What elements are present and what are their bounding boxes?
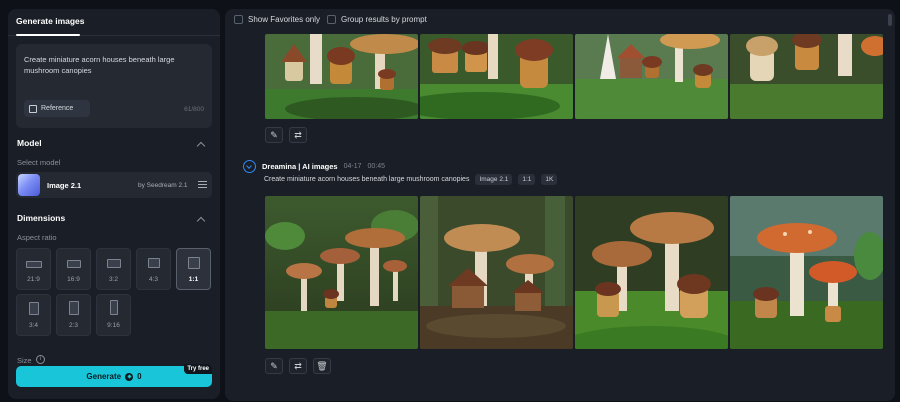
scrollbar[interactable] <box>888 14 892 26</box>
pencil-icon: ✎ <box>270 360 278 371</box>
generated-images-grid <box>265 196 883 349</box>
favorites-checkbox[interactable] <box>234 15 243 24</box>
active-tab-indicator <box>16 34 80 36</box>
prompt-textarea[interactable]: Create miniature acorn houses beneath la… <box>16 44 212 128</box>
generation-date: 04-17 <box>343 163 362 170</box>
char-count: 61/800 <box>184 106 204 113</box>
panel-tabbar: Generate images <box>8 9 220 36</box>
pencil-icon: ✎ <box>270 129 278 140</box>
group-label: Group results by prompt <box>341 15 427 24</box>
generation-header: Dreamina | AI images 04-17 00:45 <box>243 160 385 173</box>
ratio-label: 1:1 <box>188 276 199 283</box>
model-section-title: Model <box>17 138 42 148</box>
ratio-option-2-3[interactable]: 2:3 <box>56 294 91 336</box>
ratio-option-21-9[interactable]: 21:9 <box>16 248 51 290</box>
ratio-shape-icon <box>148 258 160 268</box>
model-selector[interactable]: Image 2.1 by Seedream 2.1 <box>16 172 212 198</box>
result-image[interactable] <box>575 34 728 119</box>
ratio-label: 16:9 <box>67 276 80 283</box>
generated-image-1[interactable] <box>265 196 418 349</box>
regenerate-button[interactable]: ⇄ <box>289 358 307 374</box>
ratio-option-9-16[interactable]: 9:16 <box>96 294 131 336</box>
ratio-shape-icon <box>67 260 81 268</box>
resolution-tag: 1K <box>541 174 558 185</box>
generated-image-3[interactable] <box>575 196 728 349</box>
group-filter[interactable]: Group results by prompt <box>327 15 427 24</box>
ratio-shape-icon <box>188 257 200 269</box>
ratio-label: 21:9 <box>27 276 40 283</box>
refresh-icon: ⇄ <box>294 129 302 140</box>
edit-button[interactable]: ✎ <box>265 358 283 374</box>
credit-coin-icon <box>125 372 134 381</box>
ratio-option-3-4[interactable]: 3:4 <box>16 294 51 336</box>
model-provider: by Seedream 2.1 <box>138 182 188 189</box>
generation-prompt-row: Create miniature acorn houses beneath la… <box>264 174 558 185</box>
prompt-text[interactable]: Create miniature acorn houses beneath la… <box>24 54 199 76</box>
group-checkbox[interactable] <box>327 15 336 24</box>
previous-results-grid <box>265 34 883 119</box>
image-reference-icon <box>29 104 37 113</box>
reference-button[interactable]: Reference <box>24 100 90 117</box>
left-panel: Generate images Create miniature acorn h… <box>8 9 220 399</box>
ratio-shape-icon <box>69 301 79 315</box>
chevron-up-icon[interactable] <box>196 141 206 151</box>
edit-button[interactable]: ✎ <box>265 127 283 143</box>
model-thumbnail <box>18 174 40 196</box>
chevron-up-icon[interactable] <box>196 216 206 226</box>
tab-generate-images[interactable]: Generate images <box>16 16 85 26</box>
ratio-shape-icon <box>107 259 121 268</box>
refresh-icon: ⇄ <box>294 360 302 371</box>
try-free-badge: Try free <box>184 364 212 374</box>
trash-icon: 🗑 <box>316 360 328 371</box>
ratio-shape-icon <box>110 300 118 315</box>
sliders-icon[interactable] <box>198 181 207 189</box>
result-image[interactable] <box>265 34 418 119</box>
model-name: Image 2.1 <box>47 181 82 190</box>
generate-label: Generate <box>86 372 122 381</box>
generation-prompt[interactable]: Create miniature acorn houses beneath la… <box>264 176 469 183</box>
ratio-label: 3:4 <box>28 322 39 329</box>
size-label: Size <box>17 356 32 365</box>
delete-button[interactable]: 🗑 <box>313 358 331 374</box>
regenerate-button[interactable]: ⇄ <box>289 127 307 143</box>
select-model-label: Select model <box>17 158 61 167</box>
generation-source: Dreamina | AI images <box>262 162 338 171</box>
generation-time: 00:45 <box>367 163 386 170</box>
dimensions-section-title: Dimensions <box>17 213 66 223</box>
generated-image-4[interactable] <box>730 196 883 349</box>
generate-button[interactable]: Generate 0 Try free <box>16 364 212 387</box>
ratio-label: 2:3 <box>68 322 79 329</box>
result-image[interactable] <box>420 34 573 119</box>
ratio-option-3-2[interactable]: 3:2 <box>96 248 131 290</box>
ratio-option-16-9[interactable]: 16:9 <box>56 248 91 290</box>
ratio-shape-icon <box>29 302 39 315</box>
ratio-label: 9:16 <box>107 322 120 329</box>
favorites-filter[interactable]: Show Favorites only <box>234 15 320 24</box>
dreamina-logo-icon <box>243 160 256 173</box>
ratio-option-1-1[interactable]: 1:1 <box>176 248 211 290</box>
model-tag: Image 2.1 <box>475 174 513 185</box>
info-icon[interactable]: i <box>36 355 45 364</box>
ratio-tag: 1:1 <box>518 174 536 185</box>
reference-label: Reference <box>41 105 74 112</box>
generate-cost: 0 <box>137 372 142 381</box>
favorites-label: Show Favorites only <box>248 15 321 24</box>
results-panel: Show Favorites only Group results by pro… <box>225 9 895 401</box>
ratio-label: 4:3 <box>148 276 159 283</box>
generated-image-2[interactable] <box>420 196 573 349</box>
aspect-ratio-label: Aspect ratio <box>17 233 57 242</box>
result-image[interactable] <box>730 34 883 119</box>
ratio-option-4-3[interactable]: 4:3 <box>136 248 171 290</box>
ratio-label: 3:2 <box>108 276 119 283</box>
ratio-shape-icon <box>26 261 42 268</box>
